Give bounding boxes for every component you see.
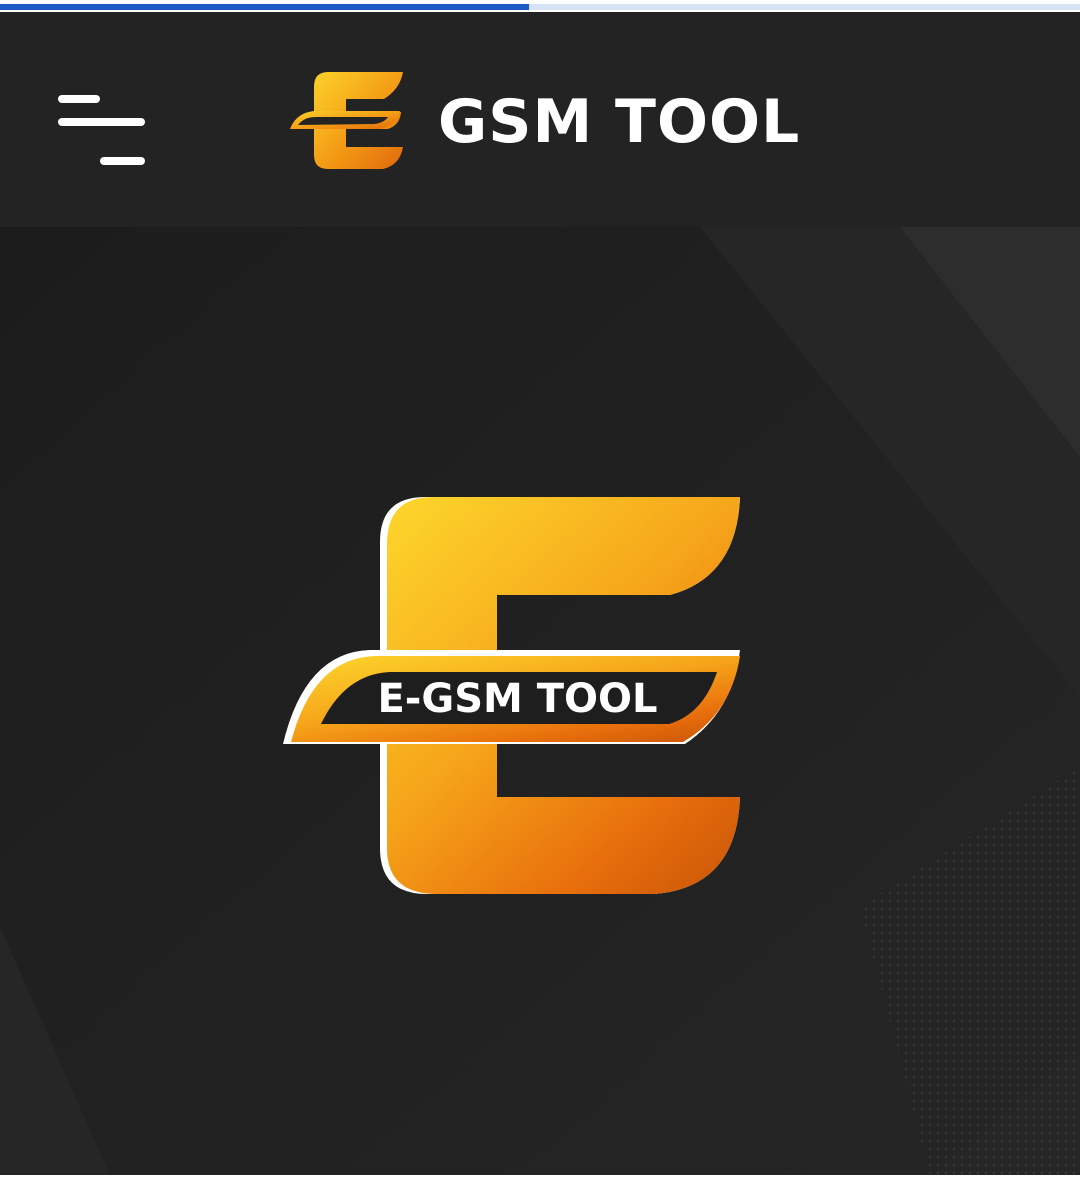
e-letter-logo-icon	[290, 72, 403, 169]
bottom-strip	[0, 1175, 1080, 1183]
top-header: GSM TOOL	[0, 12, 1080, 227]
brand-name: GSM TOOL	[438, 87, 801, 157]
hero-logo-text: E-GSM TOOL	[377, 676, 658, 722]
progress-fill	[0, 4, 530, 10]
page-load-progress	[0, 0, 1080, 12]
hero-banner: E-GSM TOOL	[0, 227, 1080, 1175]
brand-home-link[interactable]: GSM TOOL	[288, 67, 800, 177]
hamburger-menu-icon[interactable]	[50, 77, 155, 167]
